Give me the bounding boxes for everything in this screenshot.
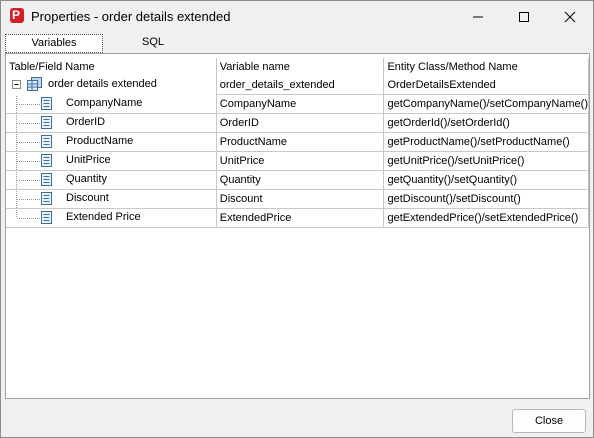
- field-method-name: getDiscount()/setDiscount(): [383, 189, 589, 209]
- table-row[interactable]: ProductName ProductName getProductName()/s…: [6, 132, 589, 152]
- root-variable-name: order_details_extended: [215, 76, 384, 95]
- close-window-button[interactable]: [547, 1, 593, 33]
- collapse-icon[interactable]: [12, 80, 22, 90]
- close-button[interactable]: Close: [512, 409, 586, 433]
- field-icon: [41, 116, 52, 129]
- tab-variables[interactable]: Variables: [5, 34, 103, 53]
- field-method-name: getQuantity()/setQuantity(): [383, 170, 589, 190]
- field-variable-name: Discount: [215, 189, 384, 209]
- field-variable-name: Quantity: [215, 170, 384, 190]
- root-entity-name: OrderDetailsExtended: [383, 76, 589, 95]
- field-method-name: getCompanyName()/setCompanyName(): [383, 94, 589, 114]
- table-row[interactable]: Discount Discount getDiscount()/setDiscoun…: [6, 189, 589, 209]
- column-header-entity[interactable]: Entity Class/Method Name: [383, 58, 589, 76]
- maximize-icon: [519, 12, 529, 22]
- properties-window: P Properties - order details extended Va…: [0, 0, 594, 438]
- variables-panel: Table/Field Name Variable name Entity Cl…: [5, 53, 590, 399]
- field-method-name: getExtendedPrice()/setExtendedPrice(): [383, 208, 589, 228]
- field-variable-name: ProductName: [215, 132, 384, 152]
- table-icon: [27, 77, 42, 92]
- variables-table: Table/Field Name Variable name Entity Cl…: [6, 58, 589, 228]
- minimize-icon: [473, 16, 483, 18]
- title-bar[interactable]: P Properties - order details extended: [1, 1, 593, 33]
- close-icon: [564, 11, 576, 23]
- tab-sql[interactable]: SQL: [105, 34, 201, 51]
- table-row[interactable]: Extended Price ExtendedPrice getExtendedPr…: [6, 208, 589, 228]
- table-row[interactable]: CompanyName CompanyName getCompanyName()/s…: [6, 94, 589, 114]
- table-root-row[interactable]: order details extended order_details_ext…: [6, 76, 589, 95]
- field-variable-name: ExtendedPrice: [215, 208, 384, 228]
- field-name: UnitPrice: [66, 154, 111, 166]
- window-title: Properties - order details extended: [31, 9, 231, 24]
- column-header-field[interactable]: Table/Field Name: [6, 58, 217, 76]
- minimize-button[interactable]: [455, 1, 501, 33]
- field-name: Discount: [66, 192, 109, 204]
- tab-strip: Variables SQL: [5, 34, 202, 53]
- field-method-name: getProductName()/setProductName(): [383, 132, 589, 152]
- field-variable-name: CompanyName: [215, 94, 384, 114]
- field-icon: [41, 173, 52, 186]
- field-icon: [41, 192, 52, 205]
- field-name: CompanyName: [66, 96, 143, 109]
- field-icon: [41, 96, 52, 110]
- field-variable-name: UnitPrice: [215, 151, 384, 171]
- field-name: Extended Price: [66, 211, 141, 223]
- field-variable-name: OrderID: [215, 113, 384, 133]
- field-method-name: getUnitPrice()/setUnitPrice(): [383, 151, 589, 171]
- table-row[interactable]: OrderID OrderID getOrderId()/setOrderId(): [6, 113, 589, 133]
- maximize-button[interactable]: [501, 1, 547, 33]
- field-icon: [41, 211, 52, 224]
- field-icon: [41, 135, 52, 148]
- field-name: OrderID: [66, 116, 106, 128]
- root-table-name: order details extended: [48, 78, 157, 91]
- field-name: Quantity: [66, 173, 107, 185]
- table-row[interactable]: Quantity Quantity getQuantity()/setQuantit…: [6, 170, 589, 190]
- field-name: ProductName: [66, 135, 134, 147]
- column-header-variable[interactable]: Variable name: [216, 58, 385, 76]
- field-icon: [41, 154, 52, 167]
- table-row[interactable]: UnitPrice UnitPrice getUnitPrice()/setUnit…: [6, 151, 589, 171]
- table-header-row: Table/Field Name Variable name Entity Cl…: [6, 58, 589, 76]
- app-logo-letter: P: [12, 8, 21, 22]
- field-method-name: getOrderId()/setOrderId(): [383, 113, 589, 133]
- app-logo-icon: P: [10, 8, 24, 23]
